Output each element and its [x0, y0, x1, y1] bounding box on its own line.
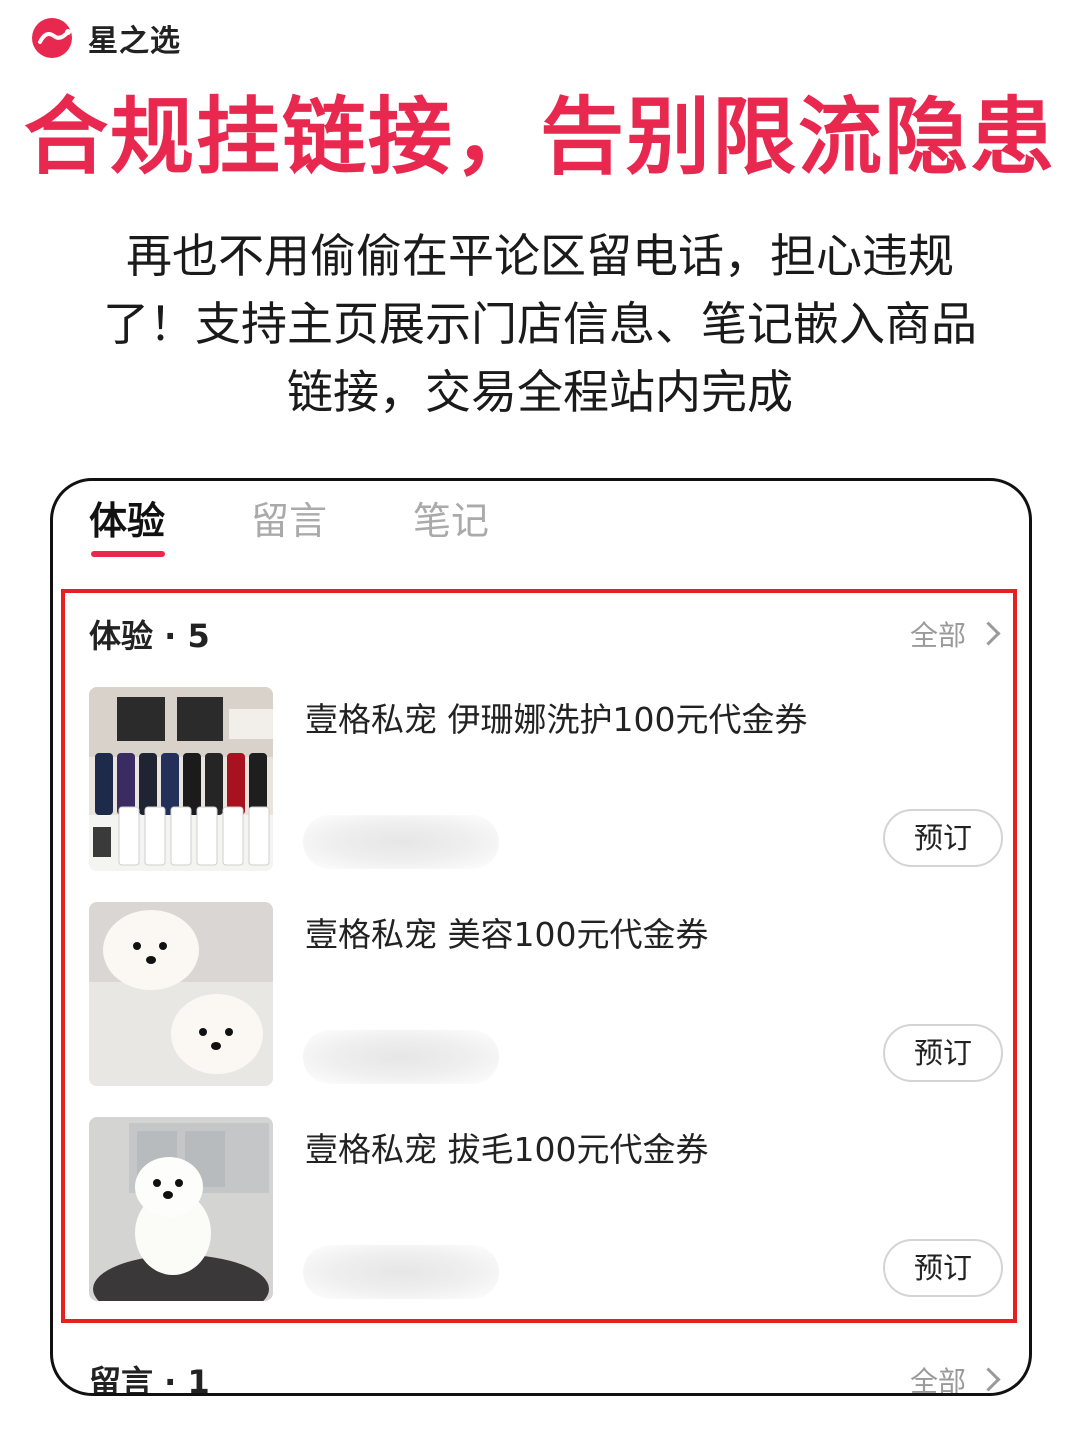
- bichon-dog-photo: [89, 902, 273, 1086]
- book-button[interactable]: 预订: [883, 1024, 1003, 1082]
- price-blurred: [303, 1030, 499, 1084]
- brand-logo-icon: [32, 18, 72, 58]
- section-title: 留言 · 1: [89, 1363, 210, 1396]
- subtext-line: 了！支持主页展示门店信息、笔记嵌入商品: [103, 297, 977, 351]
- brand-name: 星之选: [88, 24, 181, 59]
- tab-label: 笔记: [413, 499, 490, 543]
- book-button[interactable]: 预订: [883, 809, 1003, 867]
- item-title: 壹格私宠 伊珊娜洗护100元代金券: [305, 700, 808, 739]
- tab-messages[interactable]: 留言: [251, 491, 327, 551]
- chevron-right-icon: [976, 621, 1001, 646]
- item-title: 壹格私宠 拔毛100元代金券: [305, 1130, 709, 1169]
- subtext-line: 再也不用偷偷在平论区留电话，担心违规: [126, 229, 954, 283]
- view-all-label: 全部: [909, 1365, 966, 1396]
- shop-card: 体验 留言 笔记 体验 · 5 全部 壹格私宠 伊珊娜洗护100元代金券 预订 …: [50, 478, 1032, 1396]
- book-button[interactable]: 预订: [883, 1239, 1003, 1297]
- tab-label: 留言: [251, 499, 328, 543]
- tab-experience[interactable]: 体验: [89, 491, 166, 557]
- list-item[interactable]: 壹格私宠 拔毛100元代金券 预订: [89, 1117, 1003, 1301]
- tab-label: 体验: [89, 499, 166, 543]
- experience-section-header: 体验 · 5 全部: [89, 611, 1001, 661]
- message-section-header: 留言 · 1 全部: [89, 1357, 1001, 1396]
- section-title: 体验 · 5: [89, 617, 210, 655]
- price-blurred: [303, 815, 499, 869]
- subtext: 再也不用偷偷在平论区留电话，担心违规 了！支持主页展示门店信息、笔记嵌入商品 链…: [60, 222, 1020, 426]
- view-all-link[interactable]: 全部: [909, 611, 1001, 661]
- white-dog-photo: [89, 1117, 273, 1301]
- list-item[interactable]: 壹格私宠 美容100元代金券 预订: [89, 902, 1003, 1086]
- item-title: 壹格私宠 美容100元代金券: [305, 915, 709, 954]
- headline: 合规挂链接，告别限流隐患: [23, 88, 1056, 186]
- grooming-products-photo: [89, 687, 273, 871]
- view-all-link[interactable]: 全部: [909, 1357, 1001, 1396]
- tab-notes[interactable]: 笔记: [413, 491, 489, 551]
- price-blurred: [303, 1245, 499, 1299]
- view-all-label: 全部: [909, 619, 966, 652]
- chevron-right-icon: [976, 1367, 1001, 1392]
- tab-bar: 体验 留言 笔记: [89, 491, 575, 557]
- brand-header: 星之选: [28, 14, 181, 62]
- list-item[interactable]: 壹格私宠 伊珊娜洗护100元代金券 预订: [89, 687, 1003, 871]
- subtext-line: 链接，交易全程站内完成: [287, 365, 793, 419]
- tab-active-indicator: [91, 551, 165, 557]
